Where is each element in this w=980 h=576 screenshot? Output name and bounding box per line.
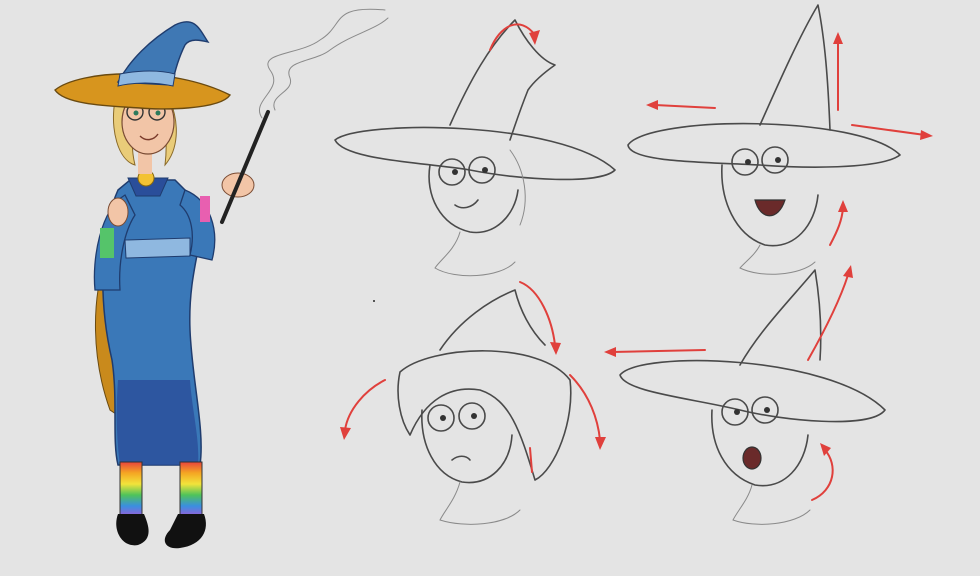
arrow-left: [611, 349, 706, 353]
sketch-neck: [732, 484, 811, 525]
arrow-head-up: [843, 265, 853, 278]
arrow-head-left: [604, 347, 616, 357]
sketch-eye-left: [734, 409, 740, 415]
arrow-curve: [811, 449, 834, 501]
sketch-cone: [739, 269, 822, 366]
model-sheet-canvas: [0, 0, 980, 576]
sketch-eye-right: [764, 407, 770, 413]
stray-dot: [373, 300, 375, 302]
arrow-up: [807, 274, 849, 361]
sketch-shocked-mouth: [742, 446, 762, 470]
arrow-head-curve: [820, 443, 831, 456]
sketch-head-shocked: [604, 265, 886, 525]
